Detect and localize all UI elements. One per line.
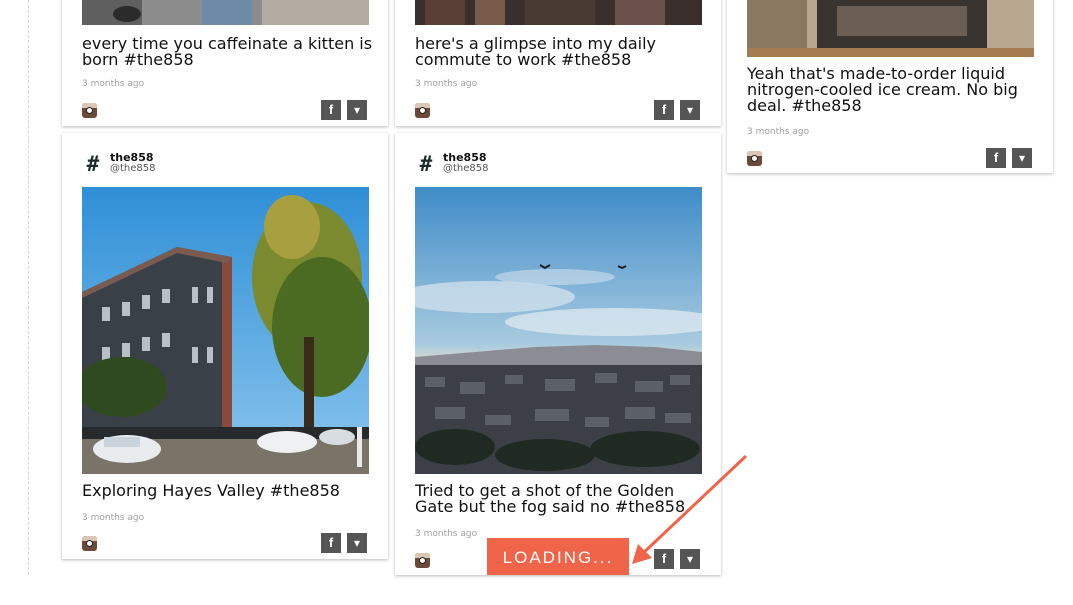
post-time: 3 months ago [82,79,145,89]
instagram-icon[interactable] [82,103,97,118]
twitter-icon: ▾ [353,103,361,117]
timeline-divider [28,0,29,575]
post-photo[interactable] [747,0,1034,57]
hashtag-icon: # [86,152,100,176]
post-photo[interactable] [415,187,702,474]
annotation-arrow [632,454,748,564]
post-time: 3 months ago [415,529,478,539]
post-caption: Exploring Hayes Valley #the858 [82,481,340,500]
post-caption: every time you caffeinate a kitten is bo… [82,34,373,69]
hashtag-icon: # [419,152,433,176]
twitter-share-button[interactable]: ▾ [347,100,367,120]
facebook-share-button[interactable]: f [321,100,341,120]
post-caption: here's a glimpse into my daily commute t… [415,34,657,69]
post-card: # the858 @the858 [62,133,388,559]
post-photo[interactable] [82,187,369,474]
post-time: 3 months ago [82,513,145,523]
instagram-icon[interactable] [415,553,430,568]
post-card: Yeah that's made-to-order liquid nitroge… [727,0,1053,173]
loading-indicator: LOADING... [487,538,629,575]
twitter-icon: ▾ [686,103,694,117]
instagram-icon[interactable] [82,536,97,551]
post-time: 3 months ago [415,79,478,89]
author-handle: @the858 [443,163,489,174]
instagram-icon[interactable] [415,103,430,118]
post-card: here's a glimpse into my daily commute t… [395,0,721,126]
twitter-share-button[interactable]: ▾ [347,533,367,553]
post-time: 3 months ago [747,127,810,137]
post-card: every time you caffeinate a kitten is bo… [62,0,388,126]
post-photo[interactable] [415,0,702,25]
twitter-icon: ▾ [1018,151,1026,165]
instagram-icon[interactable] [747,151,762,166]
twitter-share-button[interactable]: ▾ [680,100,700,120]
post-photo[interactable] [82,0,369,25]
facebook-share-button[interactable]: f [321,533,341,553]
facebook-share-button[interactable]: f [654,100,674,120]
twitter-share-button[interactable]: ▾ [1012,148,1032,168]
twitter-icon: ▾ [353,536,361,550]
author-handle: @the858 [110,163,156,174]
facebook-share-button[interactable]: f [986,148,1006,168]
post-caption: Yeah that's made-to-order liquid nitroge… [747,64,1018,115]
